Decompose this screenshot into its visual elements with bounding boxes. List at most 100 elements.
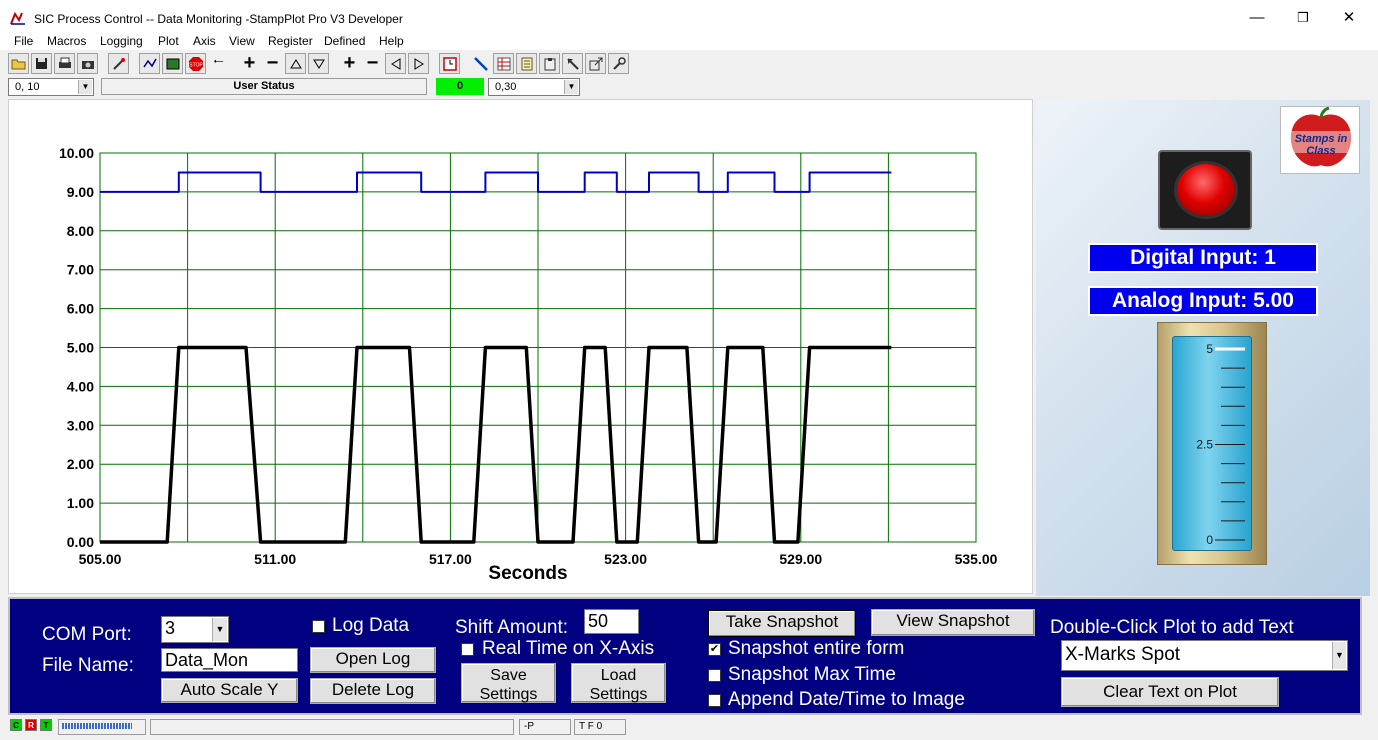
user-status: User Status — [101, 78, 427, 95]
menu-defined[interactable]: Defined — [324, 34, 365, 48]
tank-scale-label: 5 — [1206, 342, 1213, 356]
load-settings-button[interactable]: Load Settings — [571, 663, 666, 703]
zoom-in-x-icon[interactable]: + — [339, 52, 360, 74]
minimize-button[interactable]: — — [1242, 8, 1272, 28]
scroll-down-icon[interactable] — [308, 53, 329, 74]
y-tick-label: 4.00 — [67, 378, 94, 394]
control-panel: COM Port: 3 ▼ File Name: Data_Mon Auto S… — [8, 597, 1362, 715]
status-row: 0, 10 ▼ User Status 0 0,30 ▼ — [0, 76, 1378, 98]
axis-range-value: 0, 10 — [15, 81, 40, 93]
com-port-select[interactable]: 3 ▼ — [161, 616, 229, 643]
shift-amount-label: Shift Amount: — [455, 617, 569, 638]
tank-gauge: 5 2.5 0 — [1172, 336, 1252, 551]
delete-log-button[interactable]: Delete Log — [310, 678, 436, 704]
open-folder-icon[interactable] — [8, 53, 29, 74]
tank-gauge-frame: 5 2.5 0 — [1157, 322, 1267, 565]
p-field: -P — [519, 719, 571, 735]
load-settings-line2: Settings — [589, 686, 648, 703]
status-indicator: 0 — [436, 78, 484, 95]
notes-icon[interactable] — [516, 53, 537, 74]
plot-text-value: X-Marks Spot — [1065, 644, 1181, 665]
scroll-up-icon[interactable] — [285, 53, 306, 74]
menu-macros[interactable]: Macros — [47, 34, 86, 48]
chevron-down-icon[interactable]: ▼ — [564, 80, 578, 94]
clear-text-button[interactable]: Clear Text on Plot — [1061, 677, 1279, 707]
arrow-left-icon[interactable]: 🠀 — [208, 53, 229, 74]
menu-bar: File Macros Logging Plot Axis View Regis… — [0, 32, 1378, 50]
zoom-out-x-icon[interactable]: − — [362, 52, 383, 74]
snapshot-max-time-checkbox[interactable] — [708, 669, 721, 682]
x-tick-label: 505.00 — [79, 551, 122, 567]
cursor-icon[interactable] — [562, 53, 583, 74]
data-grid-icon[interactable] — [493, 53, 514, 74]
log-data-label: Log Data — [332, 615, 410, 636]
tank-scale-label: 2.5 — [1196, 438, 1213, 452]
snapshot-max-time-label: Snapshot Max Time — [728, 664, 896, 685]
clock-icon[interactable] — [439, 53, 460, 74]
close-button[interactable]: ✕ — [1334, 8, 1364, 28]
print-icon[interactable] — [54, 53, 75, 74]
zoom-out-y-icon[interactable]: − — [262, 52, 283, 74]
chevron-down-icon[interactable]: ▼ — [1332, 642, 1346, 669]
open-log-button[interactable]: Open Log — [310, 647, 436, 673]
chevron-down-icon[interactable]: ▼ — [78, 80, 92, 94]
app-icon — [10, 11, 25, 25]
scroll-left-icon[interactable] — [385, 53, 406, 74]
progress-field — [58, 719, 146, 735]
export-icon[interactable] — [585, 53, 606, 74]
clipboard-icon[interactable] — [539, 53, 560, 74]
menu-view[interactable]: View — [229, 34, 255, 48]
x-tick-label: 535.00 — [955, 551, 998, 567]
com-port-label: COM Port: — [42, 624, 132, 645]
c-indicator: C — [10, 719, 22, 731]
snapshot-entire-form-checkbox[interactable]: ✔ — [708, 643, 721, 656]
y-tick-label: 10.00 — [59, 145, 94, 161]
save-settings-button[interactable]: Save Settings — [461, 663, 556, 703]
digital-input-label: Digital Input: 1 — [1088, 243, 1318, 273]
digital-input-led — [1158, 150, 1252, 230]
chart[interactable]: 0.00 1.00 2.00 3.00 4.00 5.00 6.00 7.00 8.00 9.00… — [9, 100, 1034, 595]
real-time-checkbox[interactable] — [461, 643, 474, 656]
axis-range-combo[interactable]: 0, 10 ▼ — [8, 78, 94, 96]
take-snapshot-button[interactable]: Take Snapshot — [708, 610, 856, 637]
plot-area[interactable]: 0.00 1.00 2.00 3.00 4.00 5.00 6.00 7.00 8.00 9.00… — [8, 99, 1033, 594]
span-value: 0,30 — [495, 81, 517, 93]
analog-input-label: Analog Input: 5.00 — [1088, 286, 1318, 316]
maximize-button[interactable]: ❐ — [1288, 8, 1318, 28]
chevron-down-icon[interactable]: ▼ — [212, 618, 227, 641]
image-icon[interactable] — [162, 53, 183, 74]
y-tick-label: 3.00 — [67, 417, 94, 433]
tf-field: T F 0 — [574, 719, 626, 735]
log-data-checkbox[interactable] — [312, 620, 325, 633]
title-bar: SIC Process Control -- Data Monitoring -… — [0, 0, 1378, 32]
save-settings-line1: Save — [490, 667, 527, 684]
menu-plot[interactable]: Plot — [158, 34, 179, 48]
camera-icon[interactable] — [77, 53, 98, 74]
y-tick-label: 6.00 — [67, 301, 94, 317]
wrench-icon[interactable] — [608, 53, 629, 74]
menu-help[interactable]: Help — [379, 34, 404, 48]
append-date-checkbox[interactable] — [708, 694, 721, 707]
menu-logging[interactable]: Logging — [100, 34, 143, 48]
x-tick-label: 523.00 — [604, 551, 647, 567]
pen-icon[interactable] — [470, 53, 491, 74]
menu-file[interactable]: File — [14, 34, 33, 48]
menu-register[interactable]: Register — [268, 34, 313, 48]
append-date-label: Append Date/Time to Image — [728, 689, 965, 710]
status-bar: C R T -P T F 0 — [0, 716, 1378, 740]
chart-clear-icon[interactable] — [139, 53, 160, 74]
span-combo[interactable]: 0,30 ▼ — [488, 78, 580, 96]
auto-scale-y-button[interactable]: Auto Scale Y — [161, 678, 298, 703]
file-name-field[interactable]: Data_Mon — [161, 648, 298, 672]
stop-icon[interactable]: STOP — [185, 53, 206, 74]
stampplot-window: SIC Process Control -- Data Monitoring -… — [0, 0, 1378, 740]
save-icon[interactable] — [31, 53, 52, 74]
wand-icon[interactable] — [108, 53, 129, 74]
shift-amount-field[interactable]: 50 — [584, 609, 639, 634]
y-tick-label: 5.00 — [67, 340, 94, 356]
scroll-right-icon[interactable] — [408, 53, 429, 74]
plot-text-select[interactable]: X-Marks Spot ▼ — [1061, 640, 1348, 671]
menu-axis[interactable]: Axis — [193, 34, 216, 48]
view-snapshot-button[interactable]: View Snapshot — [871, 609, 1035, 636]
zoom-in-y-icon[interactable]: + — [239, 52, 260, 74]
